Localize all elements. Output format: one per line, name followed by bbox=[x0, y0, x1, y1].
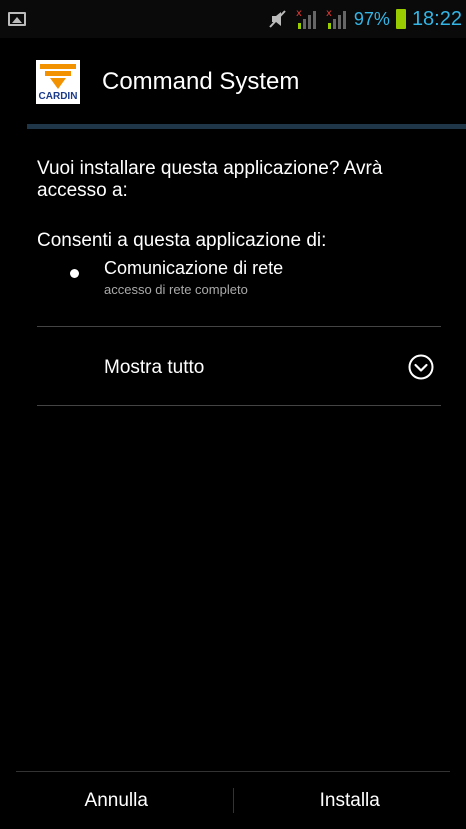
battery-percent: 97% bbox=[353, 8, 390, 29]
status-bar: x x 97% 18:22 bbox=[0, 0, 466, 38]
permission-description: accesso di rete completo bbox=[104, 282, 248, 297]
logo-text: CARDIN bbox=[38, 91, 78, 102]
header-divider bbox=[27, 124, 466, 129]
app-header: CARDIN Command System bbox=[0, 38, 466, 126]
svg-text:x: x bbox=[296, 8, 302, 19]
show-all-button[interactable]: Mostra tutto bbox=[37, 327, 441, 405]
app-title: Command System bbox=[102, 68, 300, 95]
app-logo: CARDIN bbox=[36, 60, 80, 104]
clock: 18:22 bbox=[411, 7, 462, 30]
signal-1-icon: x bbox=[296, 8, 316, 29]
bullet-icon bbox=[70, 269, 79, 278]
divider bbox=[37, 405, 441, 406]
battery-icon bbox=[395, 9, 406, 29]
svg-text:x: x bbox=[326, 8, 332, 19]
button-bar: Annulla Installa bbox=[0, 772, 466, 829]
cardin-logo-icon bbox=[40, 64, 76, 89]
mute-icon bbox=[269, 10, 286, 28]
install-question: Vuoi installare questa applicazione? Avr… bbox=[37, 158, 383, 201]
permission-title: Comunicazione di rete bbox=[104, 258, 284, 278]
install-button[interactable]: Installa bbox=[233, 772, 466, 829]
show-all-label: Mostra tutto bbox=[104, 357, 205, 378]
consent-heading: Consenti a questa applicazione di: bbox=[37, 230, 327, 251]
chevron-down-icon bbox=[408, 354, 434, 380]
cancel-button[interactable]: Annulla bbox=[0, 772, 233, 829]
signal-2-icon: x bbox=[326, 8, 346, 29]
picture-notification-icon bbox=[8, 12, 26, 26]
